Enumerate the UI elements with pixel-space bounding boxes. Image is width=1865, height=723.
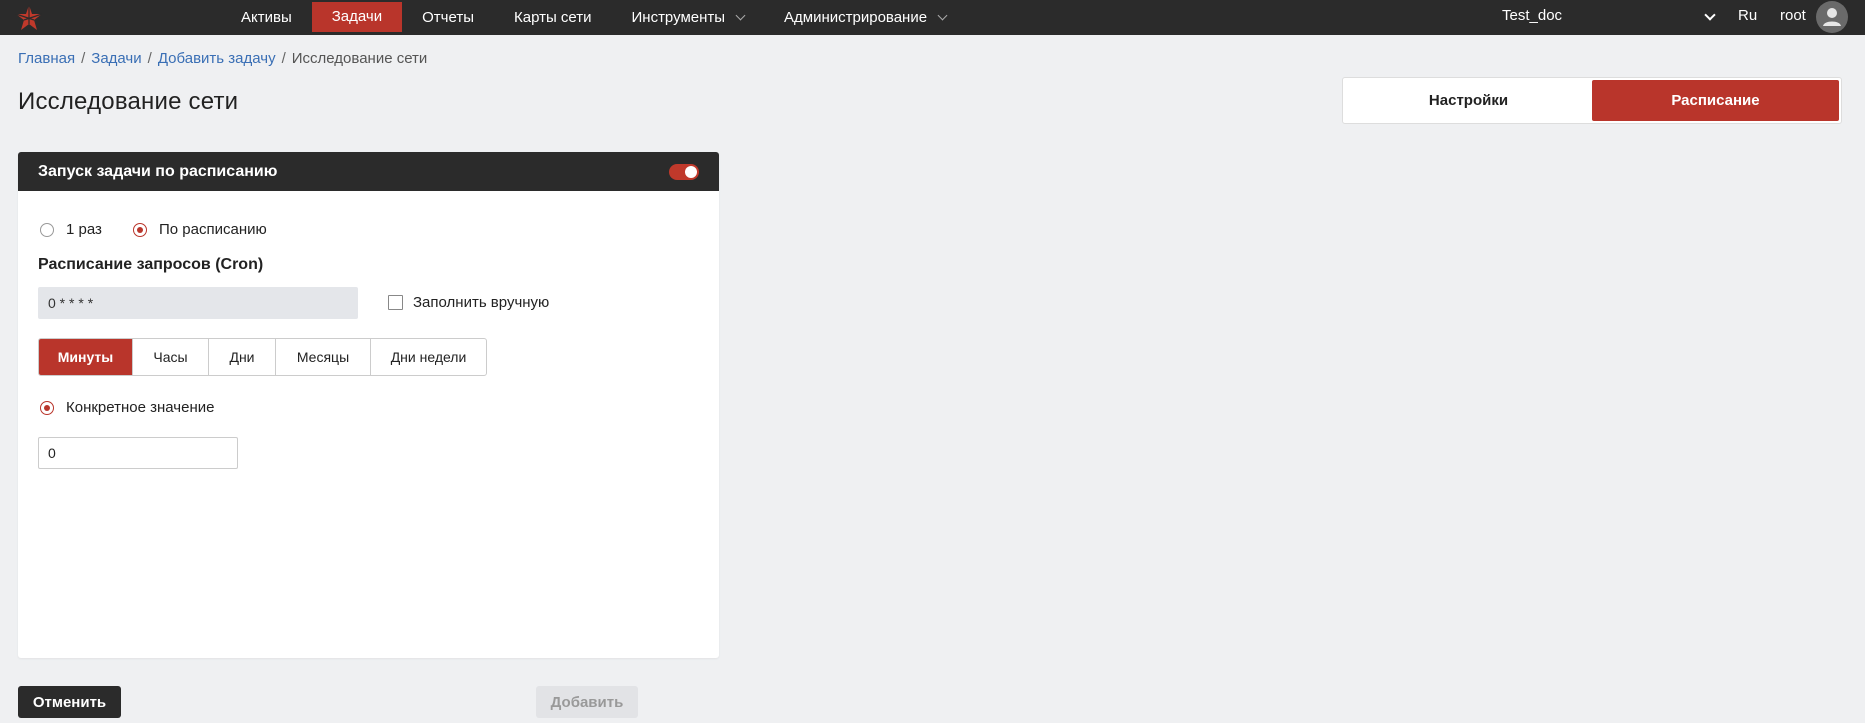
- segment-days[interactable]: Дни: [208, 339, 275, 375]
- cron-section-title: Расписание запросов (Cron): [38, 256, 264, 273]
- nav-item-label: Карты сети: [513, 9, 592, 26]
- radio-scheduled[interactable]: По расписанию: [133, 221, 267, 238]
- nav-item-assets[interactable]: Активы: [221, 0, 312, 35]
- radio-scheduled-circle[interactable]: [133, 222, 147, 237]
- language-switcher[interactable]: Ru: [1738, 0, 1757, 32]
- project-selector[interactable]: Test_doc: [1502, 0, 1720, 35]
- nav-item-label: Администрирование: [784, 9, 928, 26]
- nav-item-tools[interactable]: Инструменты: [612, 0, 765, 35]
- breadcrumb-add-task[interactable]: Добавить задачу: [158, 50, 276, 67]
- cron-unit-segmented-control: Минуты Часы Дни Месяцы Дни недели: [38, 338, 487, 376]
- manual-fill-checkbox[interactable]: Заполнить вручную: [388, 294, 549, 311]
- user-icon: [1823, 8, 1841, 26]
- segment-weekdays[interactable]: Дни недели: [370, 339, 486, 375]
- nav-item-tasks[interactable]: Задачи: [311, 2, 403, 32]
- radio-specific-value-label: Конкретное значение: [66, 399, 215, 416]
- breadcrumb-tasks[interactable]: Задачи: [91, 50, 141, 67]
- breadcrumb-separator: /: [147, 50, 152, 67]
- radio-specific-value[interactable]: Конкретное значение: [40, 399, 214, 416]
- nav-item-label: Задачи: [331, 8, 383, 25]
- username[interactable]: root: [1780, 0, 1806, 32]
- cron-expression-field[interactable]: [38, 287, 358, 319]
- radio-scheduled-label: По расписанию: [159, 221, 267, 238]
- manual-fill-label: Заполнить вручную: [413, 294, 550, 311]
- top-navbar: Активы Задачи Отчеты Карты сети Инструме…: [0, 0, 1865, 35]
- breadcrumb-separator: /: [281, 50, 286, 67]
- breadcrumb: Главная / Задачи / Добавить задачу / Исс…: [18, 50, 427, 67]
- chevron-down-icon: [937, 10, 948, 21]
- schedule-toggle[interactable]: [669, 164, 699, 180]
- segment-minutes[interactable]: Минуты: [39, 339, 132, 375]
- main-nav: Активы Задачи Отчеты Карты сети Инструме…: [221, 0, 966, 35]
- manual-fill-checkbox-box[interactable]: [388, 295, 403, 310]
- project-name: Test_doc: [1502, 7, 1563, 24]
- radio-once-label: 1 раз: [66, 221, 102, 238]
- breadcrumb-separator: /: [81, 50, 86, 67]
- nav-item-network-maps[interactable]: Карты сети: [494, 0, 612, 35]
- radio-specific-value-circle[interactable]: [40, 400, 54, 415]
- tab-settings[interactable]: Настройки: [1345, 80, 1592, 121]
- logo-star-icon[interactable]: [14, 3, 44, 33]
- nav-item-administration[interactable]: Администрирование: [764, 0, 966, 35]
- panel-header: Запуск задачи по расписанию: [18, 152, 719, 191]
- toggle-knob: [685, 166, 697, 178]
- panel-title: Запуск задачи по расписанию: [38, 163, 278, 180]
- radio-once-circle[interactable]: [40, 222, 54, 237]
- schedule-panel: Запуск задачи по расписанию 1 раз По рас…: [18, 152, 719, 658]
- chevron-down-icon: [735, 10, 746, 21]
- nav-item-label: Инструменты: [631, 9, 726, 26]
- cancel-button[interactable]: Отменить: [18, 686, 121, 718]
- chevron-down-icon: [1704, 9, 1716, 21]
- nav-item-label: Отчеты: [422, 9, 474, 26]
- specific-value-input[interactable]: [38, 437, 238, 469]
- tab-switcher: Настройки Расписание: [1342, 77, 1842, 124]
- nav-item-reports[interactable]: Отчеты: [402, 0, 494, 35]
- breadcrumb-current: Исследование сети: [291, 50, 428, 67]
- add-button[interactable]: Добавить: [536, 686, 638, 718]
- breadcrumb-home[interactable]: Главная: [18, 50, 75, 67]
- page-title: Исследование сети: [18, 88, 239, 115]
- avatar[interactable]: [1816, 1, 1848, 33]
- radio-once[interactable]: 1 раз: [40, 221, 102, 238]
- segment-months[interactable]: Месяцы: [275, 339, 370, 375]
- tab-schedule[interactable]: Расписание: [1592, 80, 1839, 121]
- segment-hours[interactable]: Часы: [132, 339, 208, 375]
- nav-item-label: Активы: [241, 9, 292, 26]
